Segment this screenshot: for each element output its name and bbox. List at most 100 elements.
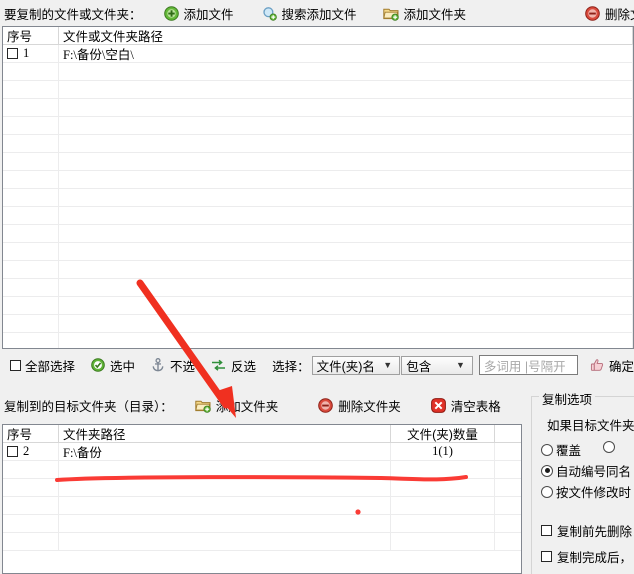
table-row-empty[interactable] bbox=[3, 461, 521, 479]
keyword-input[interactable]: 多词用 |号隔开 bbox=[478, 355, 578, 375]
swap-icon bbox=[211, 359, 226, 372]
table-row-empty[interactable] bbox=[3, 117, 633, 135]
row-checkbox[interactable] bbox=[7, 446, 18, 457]
option-after-copy[interactable]: 复制完成后， bbox=[541, 547, 632, 566]
empty-cell bbox=[3, 243, 59, 260]
empty-cell bbox=[59, 225, 633, 242]
source-header-path: 文件或文件夹路径 bbox=[59, 27, 633, 44]
invert-selection-button[interactable]: 反选 bbox=[211, 356, 256, 375]
empty-cell bbox=[391, 515, 495, 532]
empty-cell bbox=[3, 81, 59, 98]
row-path-cell: F:\备份\空白\ bbox=[59, 45, 633, 62]
option-delete-before-copy[interactable]: 复制前先删除 bbox=[541, 521, 632, 540]
add-file-button[interactable]: 添加文件 bbox=[163, 4, 234, 23]
green-check-circle-icon bbox=[91, 358, 105, 372]
clear-table-label: 清空表格 bbox=[450, 399, 501, 414]
delete-file-button[interactable]: 删除文 bbox=[585, 4, 634, 23]
empty-cell bbox=[59, 315, 633, 332]
add-file-label: 添加文件 bbox=[183, 7, 234, 22]
radio-by-modified-time[interactable] bbox=[541, 485, 553, 498]
empty-cell bbox=[59, 261, 633, 278]
empty-cell bbox=[391, 497, 495, 514]
table-row-empty[interactable] bbox=[3, 333, 633, 348]
checkbox-after-copy[interactable] bbox=[541, 551, 552, 562]
empty-cell bbox=[3, 297, 59, 314]
table-row[interactable]: 2 F:\备份 1(1) bbox=[3, 443, 521, 461]
chevron-down-icon: ▼ bbox=[383, 360, 393, 370]
table-row-empty[interactable] bbox=[3, 153, 633, 171]
clear-table-button[interactable]: 清空表格 bbox=[430, 396, 501, 415]
source-toolbar-label: 要复制的文件或文件夹： bbox=[4, 7, 142, 22]
chevron-down-icon: ▼ bbox=[456, 360, 465, 370]
empty-cell bbox=[3, 225, 59, 242]
table-row-empty[interactable] bbox=[3, 63, 633, 81]
table-row-empty[interactable] bbox=[3, 297, 633, 315]
add-folder-button[interactable]: 添加文件夹 bbox=[382, 4, 466, 23]
search-add-file-button[interactable]: 搜索添加文件 bbox=[262, 4, 357, 23]
option-by-modified-time[interactable]: 按文件修改时 bbox=[541, 482, 631, 501]
table-row-empty[interactable] bbox=[3, 207, 633, 225]
target-table-header: 序号 文件夹路径 文件(夹)数量 bbox=[3, 425, 521, 443]
radio-auto-number[interactable] bbox=[541, 464, 553, 477]
radio-overwrite[interactable] bbox=[541, 443, 553, 456]
option-auto-number[interactable]: 自动编号同名 bbox=[541, 461, 631, 480]
target-table-body: 2 F:\备份 1(1) bbox=[3, 443, 521, 551]
empty-cell bbox=[59, 171, 633, 188]
table-row-empty[interactable] bbox=[3, 479, 521, 497]
anchor-icon bbox=[151, 358, 165, 372]
row-path-cell: F:\备份 bbox=[59, 443, 391, 460]
table-row-empty[interactable] bbox=[3, 225, 633, 243]
deselect-button[interactable]: 不选 bbox=[151, 356, 195, 375]
empty-cell bbox=[59, 153, 633, 170]
delete-file-label: 删除文 bbox=[605, 7, 634, 22]
folder-plus-icon bbox=[195, 398, 211, 413]
row-checkbox[interactable] bbox=[7, 48, 18, 59]
app-window: 要复制的文件或文件夹： 添加文件 搜索添加文件 添加文件夹 删除 序号 文件或文… bbox=[0, 0, 634, 574]
option-auto-number-label: 自动编号同名 bbox=[556, 465, 632, 479]
select-field-dropdown[interactable]: 文件(夹)名 ▼ bbox=[311, 355, 401, 375]
delete-folder-button[interactable]: 删除文件夹 bbox=[318, 396, 401, 415]
table-row-empty[interactable] bbox=[3, 135, 633, 153]
keyword-placeholder: 多词用 |号隔开 bbox=[483, 359, 566, 374]
select-all-checkbox[interactable]: 全部选择 bbox=[10, 356, 75, 375]
table-row-empty[interactable] bbox=[3, 279, 633, 297]
empty-cell bbox=[59, 279, 633, 296]
radio-overwrite-secondary[interactable] bbox=[603, 441, 615, 453]
table-row-empty[interactable] bbox=[3, 515, 521, 533]
select-matched-button[interactable]: 选中 bbox=[91, 356, 135, 375]
select-match-dropdown[interactable]: 包含 ▼ bbox=[401, 355, 473, 375]
table-row-empty[interactable] bbox=[3, 99, 633, 117]
table-row-empty[interactable] bbox=[3, 243, 633, 261]
table-row-empty[interactable] bbox=[3, 261, 633, 279]
table-row-empty[interactable] bbox=[3, 497, 521, 515]
table-row[interactable]: 1 F:\备份\空白\ bbox=[3, 45, 633, 63]
option-overwrite[interactable]: 覆盖 bbox=[541, 440, 581, 459]
table-row-empty[interactable] bbox=[3, 171, 633, 189]
search-add-file-label: 搜索添加文件 bbox=[281, 7, 357, 22]
table-row-empty[interactable] bbox=[3, 533, 521, 551]
source-table-body: 1 F:\备份\空白\ bbox=[3, 45, 633, 348]
thumb-up-icon bbox=[590, 358, 604, 372]
empty-cell bbox=[59, 117, 633, 134]
empty-cell bbox=[3, 479, 59, 496]
target-folder-table[interactable]: 序号 文件夹路径 文件(夹)数量 2 F:\备份 1(1) bbox=[2, 424, 522, 574]
empty-cell bbox=[3, 117, 59, 134]
select-all-box[interactable] bbox=[10, 359, 21, 371]
empty-cell bbox=[59, 243, 633, 260]
confirm-button[interactable]: 确定 bbox=[590, 356, 634, 375]
option-by-modified-time-label: 按文件修改时 bbox=[556, 486, 632, 500]
selection-toolbar: 全部选择 选中 不选 反选 选择： 文件(夹)名 ▼ 包含 ▼ 多词用 |号隔开… bbox=[0, 352, 634, 378]
option-after-copy-label: 复制完成后， bbox=[557, 551, 633, 565]
table-row-empty[interactable] bbox=[3, 81, 633, 99]
checkbox-delete-before-copy[interactable] bbox=[541, 525, 552, 536]
target-add-folder-label: 添加文件夹 bbox=[215, 399, 279, 414]
empty-cell bbox=[3, 515, 59, 532]
table-row-empty[interactable] bbox=[3, 189, 633, 207]
source-toolbar: 要复制的文件或文件夹： 添加文件 搜索添加文件 添加文件夹 删除 bbox=[0, 0, 634, 26]
empty-cell bbox=[59, 189, 633, 206]
target-add-folder-button[interactable]: 添加文件夹 bbox=[195, 396, 279, 415]
empty-cell bbox=[59, 515, 391, 532]
table-row-empty[interactable] bbox=[3, 315, 633, 333]
empty-cell bbox=[3, 153, 59, 170]
source-file-table[interactable]: 序号 文件或文件夹路径 1 F:\备份\空白\ bbox=[2, 26, 634, 349]
